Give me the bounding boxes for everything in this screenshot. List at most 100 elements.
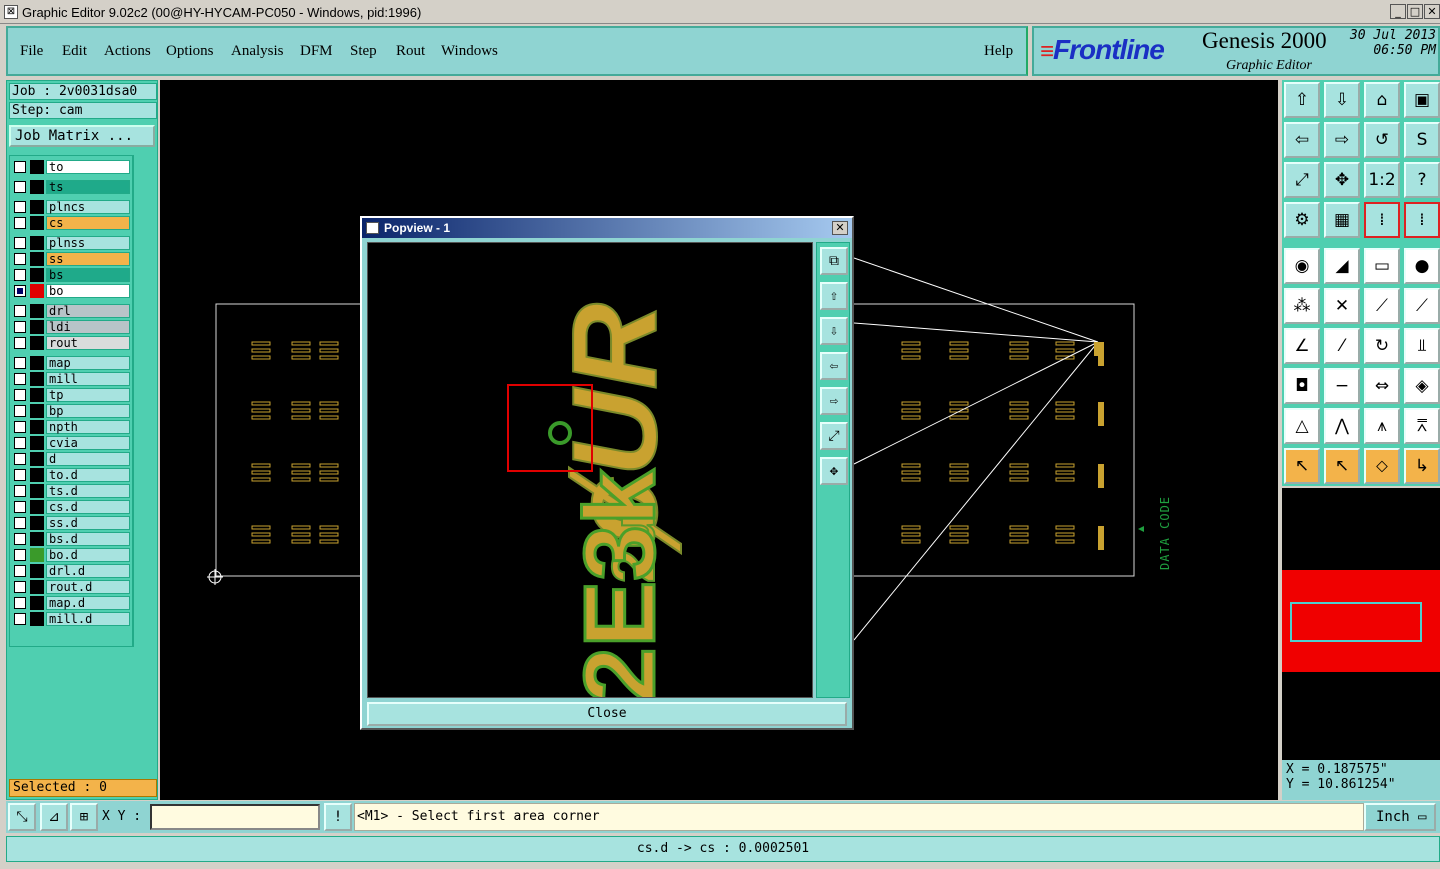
arch-line-icon[interactable]: ⩞ bbox=[1404, 408, 1440, 444]
job-matrix-button[interactable]: Job Matrix ... bbox=[9, 125, 155, 147]
layer-row-cvia[interactable]: cvia bbox=[12, 436, 132, 450]
layer-row-bs[interactable]: bs bbox=[12, 268, 132, 282]
minimap-viewport[interactable] bbox=[1290, 602, 1422, 642]
layer-checkbox[interactable] bbox=[14, 437, 26, 449]
xy-input[interactable] bbox=[150, 804, 320, 830]
window-icon[interactable]: ▣ bbox=[1404, 82, 1440, 118]
layer-checkbox[interactable] bbox=[14, 389, 26, 401]
layer-name[interactable]: map bbox=[46, 356, 130, 370]
highlight-icon[interactable]: ◢ bbox=[1324, 248, 1360, 284]
layer-name[interactable]: plnss bbox=[46, 236, 130, 250]
pan-left-icon[interactable]: ⇦ bbox=[820, 352, 848, 380]
layer-checkbox[interactable] bbox=[14, 357, 26, 369]
grid-icon[interactable]: ▦ bbox=[1324, 202, 1360, 238]
layer-checkbox[interactable] bbox=[14, 453, 26, 465]
redraw-icon[interactable]: S bbox=[1404, 122, 1440, 158]
layer-name[interactable]: d bbox=[46, 452, 130, 466]
layer-row-npth[interactable]: npth bbox=[12, 420, 132, 434]
measure-icon[interactable]: ⊿ bbox=[40, 803, 68, 831]
pan-right-icon[interactable]: ⇨ bbox=[1324, 122, 1360, 158]
menu-rout[interactable]: Rout bbox=[396, 43, 425, 60]
zoom-home-icon[interactable]: ⤢ bbox=[820, 422, 848, 450]
layer-checkbox[interactable] bbox=[14, 337, 26, 349]
zoom-fit-icon[interactable]: ⤢ bbox=[1284, 162, 1320, 198]
layer-row-bo[interactable]: bo bbox=[12, 284, 132, 298]
undo-view-icon[interactable]: ↺ bbox=[1364, 122, 1400, 158]
layer-name[interactable]: plncs bbox=[46, 200, 130, 214]
angle-icon[interactable]: ∠ bbox=[1284, 328, 1320, 364]
connect-icon[interactable]: ⁂ bbox=[1284, 288, 1320, 324]
layer-row-map[interactable]: map bbox=[12, 356, 132, 370]
menu-options[interactable]: Options bbox=[166, 43, 214, 60]
layer-name[interactable]: bs bbox=[46, 268, 130, 282]
layer-name[interactable]: ss bbox=[46, 252, 130, 266]
zoom-center-icon[interactable]: ✥ bbox=[1324, 162, 1360, 198]
layer-name[interactable]: ldi bbox=[46, 320, 130, 334]
layer-name[interactable]: drl.d bbox=[46, 564, 130, 578]
layer-name[interactable]: cs.d bbox=[46, 500, 130, 514]
minus-icon[interactable]: − bbox=[1324, 368, 1360, 404]
snap-alt-icon[interactable]: ⁞ bbox=[1404, 202, 1440, 238]
layer-row-map-d[interactable]: map.d bbox=[12, 596, 132, 610]
layer-name[interactable]: npth bbox=[46, 420, 130, 434]
pan-down-icon[interactable]: ⇩ bbox=[820, 317, 848, 345]
popview-close-x[interactable]: ✕ bbox=[832, 221, 848, 235]
menu-windows[interactable]: Windows bbox=[441, 43, 498, 60]
line-icon[interactable]: ⟋ bbox=[1364, 288, 1400, 324]
layer-row-drl-d[interactable]: drl.d bbox=[12, 564, 132, 578]
layer-name[interactable]: ss.d bbox=[46, 516, 130, 530]
pan-right-icon[interactable]: ⇨ bbox=[820, 387, 848, 415]
pan-up-icon[interactable]: ⇧ bbox=[1284, 82, 1320, 118]
layer-name[interactable]: bo.d bbox=[46, 548, 130, 562]
layer-row-bp[interactable]: bp bbox=[12, 404, 132, 418]
pan-up-icon[interactable]: ⇧ bbox=[820, 282, 848, 310]
layer-checkbox[interactable] bbox=[14, 181, 26, 193]
layer-checkbox[interactable] bbox=[14, 485, 26, 497]
rotate-icon[interactable]: ↻ bbox=[1364, 328, 1400, 364]
layer-checkbox[interactable] bbox=[14, 501, 26, 513]
layer-row-plnss[interactable]: plnss bbox=[12, 236, 132, 250]
menu-file[interactable]: File bbox=[20, 43, 43, 60]
one-to-one-icon[interactable]: 1:2 bbox=[1364, 162, 1400, 198]
unit-selector[interactable]: Inch ▭ bbox=[1364, 803, 1436, 831]
layer-checkbox[interactable] bbox=[14, 549, 26, 561]
triangle-icon[interactable]: △ bbox=[1284, 408, 1320, 444]
layer-name[interactable]: mill.d bbox=[46, 612, 130, 626]
layer-row-cs-d[interactable]: cs.d bbox=[12, 500, 132, 514]
layer-list-scrollbar[interactable] bbox=[133, 155, 155, 647]
slash-icon[interactable]: ⁄ bbox=[1324, 328, 1360, 364]
layer-checkbox[interactable] bbox=[14, 469, 26, 481]
layer-checkbox[interactable] bbox=[14, 237, 26, 249]
layer-row-bo-d[interactable]: bo.d bbox=[12, 548, 132, 562]
layer-checkbox[interactable] bbox=[14, 269, 26, 281]
snap-icon[interactable]: ⁞ bbox=[1364, 202, 1400, 238]
arch-icon[interactable]: ⩚ bbox=[1364, 408, 1400, 444]
menu-edit[interactable]: Edit bbox=[62, 43, 87, 60]
layer-row-plncs[interactable]: plncs bbox=[12, 200, 132, 214]
layer-row-ts-d[interactable]: ts.d bbox=[12, 484, 132, 498]
popview-canvas[interactable]: ȼUR 2u 2E3k bbox=[367, 242, 813, 698]
layer-row-drl[interactable]: drl bbox=[12, 304, 132, 318]
layer-checkbox[interactable] bbox=[14, 517, 26, 529]
layer-checkbox[interactable] bbox=[14, 533, 26, 545]
layer-checkbox[interactable] bbox=[14, 613, 26, 625]
layer-checkbox[interactable] bbox=[14, 217, 26, 229]
layer-name[interactable]: bo bbox=[46, 284, 130, 298]
layer-name[interactable]: to bbox=[46, 160, 130, 174]
route-icon[interactable]: ↳ bbox=[1404, 448, 1440, 484]
layer-row-rout-d[interactable]: rout.d bbox=[12, 580, 132, 594]
cross-icon[interactable]: ✕ bbox=[1324, 288, 1360, 324]
pad-icon[interactable]: ● bbox=[1404, 248, 1440, 284]
zoom-area-icon[interactable]: ⤡ bbox=[8, 803, 36, 831]
layer-checkbox[interactable] bbox=[14, 421, 26, 433]
menu-help[interactable]: Help bbox=[984, 43, 1013, 60]
layer-row-ts[interactable]: ts bbox=[12, 180, 132, 194]
layer-name[interactable]: bs.d bbox=[46, 532, 130, 546]
layer-name[interactable]: mill bbox=[46, 372, 130, 386]
home-icon[interactable]: ⌂ bbox=[1364, 82, 1400, 118]
layer-checkbox[interactable] bbox=[14, 253, 26, 265]
tools-icon[interactable]: ⚙ bbox=[1284, 202, 1320, 238]
menu-dfm[interactable]: DFM bbox=[300, 43, 333, 60]
layer-checkbox[interactable] bbox=[14, 321, 26, 333]
layer-row-ss[interactable]: ss bbox=[12, 252, 132, 266]
